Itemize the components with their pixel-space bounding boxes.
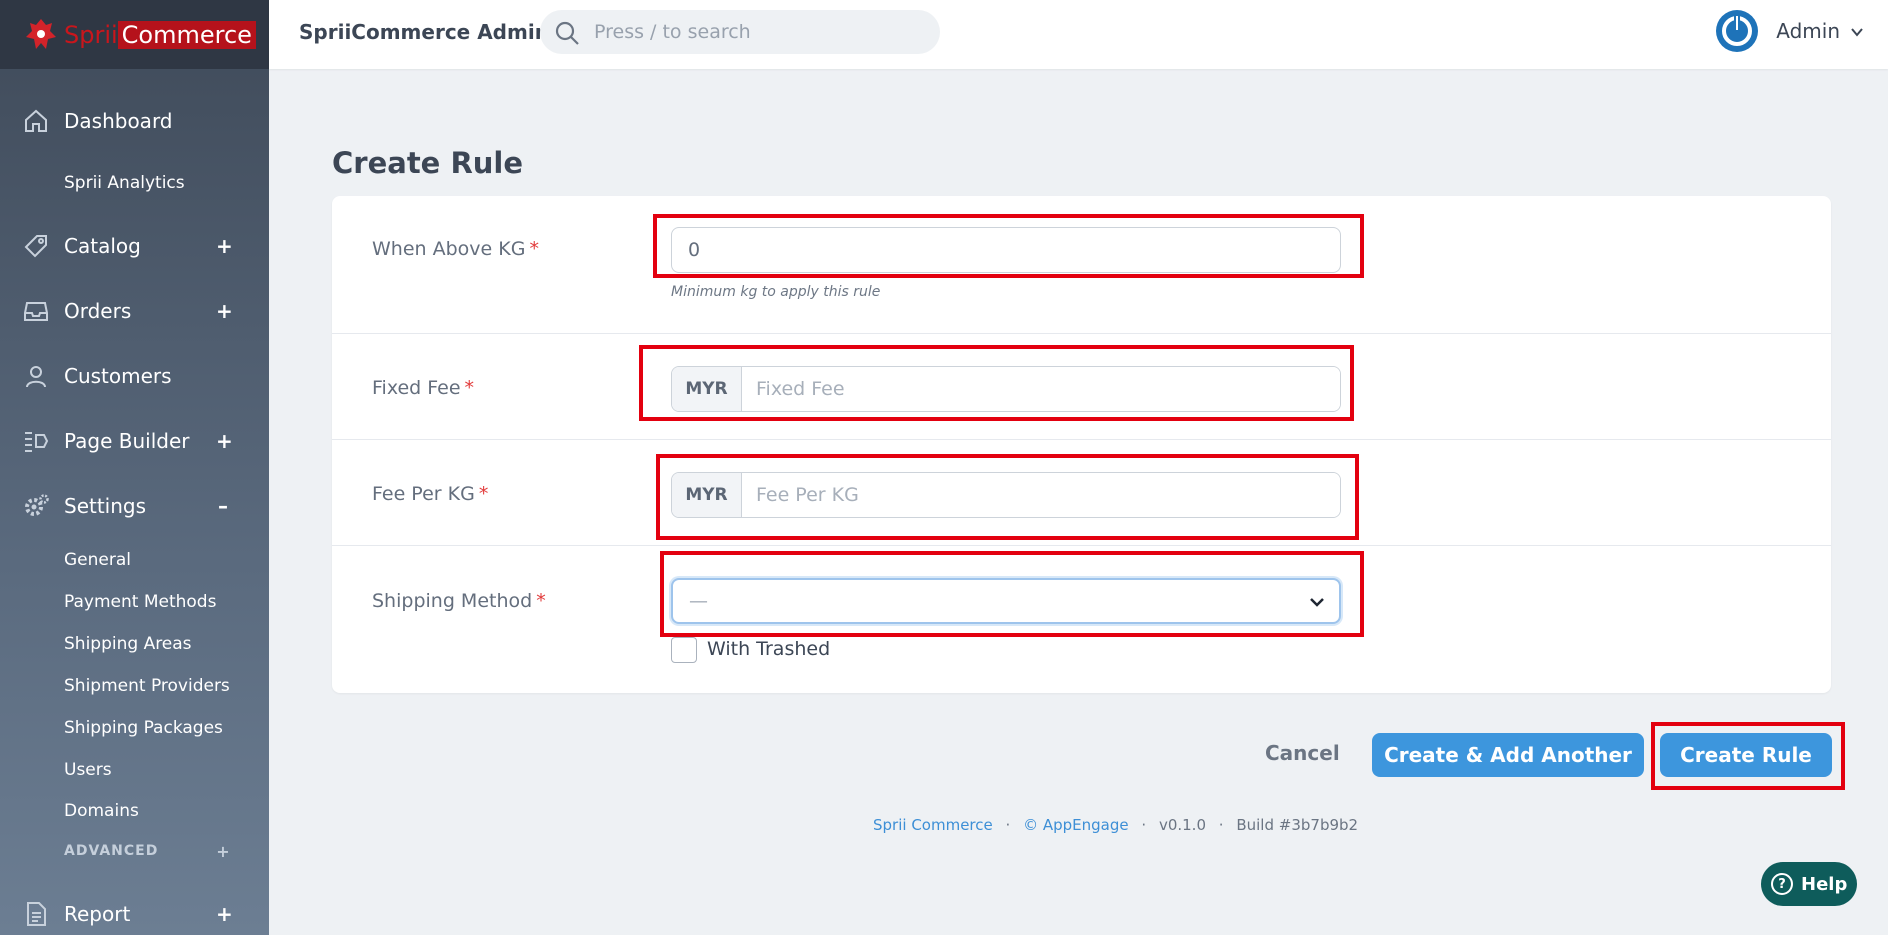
collapse-icon: – [218,494,228,518]
footer-separator: · [1005,816,1011,834]
sidebar-item-shipping-areas[interactable]: Shipping Areas [64,634,192,654]
fee-per-kg-field: MYR [671,472,1341,518]
expand-icon: + [216,234,233,258]
sidebar: Sprii Commerce Dashboard Sprii Analytics… [0,0,269,935]
sidebar-item-payment-methods[interactable]: Payment Methods [64,592,216,612]
create-add-another-button[interactable]: Create & Add Another [1372,733,1644,777]
footer-separator: · [1141,816,1147,834]
currency-addon: MYR [672,473,742,517]
logo-robot-icon [22,15,60,55]
expand-icon: + [216,902,233,926]
inbox-icon [22,297,50,325]
sidebar-item-page-builder[interactable]: Page Builder + [0,421,269,461]
form-row-fee-per-kg: Fee Per KG * MYR [332,440,1831,546]
fixed-fee-input[interactable] [742,367,1340,411]
shipping-method-select[interactable]: — [671,578,1341,624]
sidebar-item-label: Page Builder [64,429,190,453]
fixed-fee-field: MYR [671,366,1341,412]
form-row-shipping-method: Shipping Method * — With Trashed [332,546,1831,693]
fixed-fee-label: Fixed Fee * [372,377,475,399]
sidebar-item-customers[interactable]: Customers [0,356,269,396]
user-name: Admin [1776,19,1840,43]
sidebar-item-settings[interactable]: Settings – [0,486,269,526]
sidebar-item-dashboard[interactable]: Dashboard [0,101,269,141]
sidebar-item-sprii-analytics[interactable]: Sprii Analytics [64,173,185,193]
with-trashed-label[interactable]: With Trashed [707,638,830,660]
question-icon: ? [1771,873,1793,895]
help-button[interactable]: ? Help [1761,862,1857,906]
document-icon [22,900,50,928]
sidebar-item-general[interactable]: General [64,550,131,570]
help-label: Help [1801,873,1848,895]
sidebar-item-catalog[interactable]: Catalog + [0,226,269,266]
sidebar-item-label: Dashboard [64,109,173,133]
footer: Sprii Commerce · © AppEngage · v0.1.0 · … [873,816,1358,834]
required-marker: * [529,238,539,260]
chevron-down-icon [1850,24,1864,38]
currency-addon: MYR [672,367,742,411]
search-input[interactable] [594,17,914,47]
expand-icon: + [216,429,233,453]
sidebar-item-label: Report [64,902,131,926]
footer-version: v0.1.0 [1158,816,1206,834]
search-icon [554,20,580,46]
topbar: SpriiCommerce Admin Admin [269,0,1888,69]
app-title: SpriiCommerce Admin [299,20,549,44]
sidebar-item-label: Customers [64,364,172,388]
sidebar-item-label: Catalog [64,234,141,258]
sidebar-item-label: Settings [64,494,147,518]
page-builder-icon [22,427,50,455]
expand-icon: + [216,299,233,323]
with-trashed-checkbox[interactable] [671,637,697,663]
create-rule-form: When Above KG* Minimum kg to apply this … [332,196,1831,693]
sidebar-item-orders[interactable]: Orders + [0,291,269,331]
shipping-method-value: — [689,590,708,612]
cancel-button[interactable]: Cancel [1265,741,1340,765]
required-marker: * [464,377,475,399]
when-above-kg-label: When Above KG * [372,238,539,260]
footer-separator: · [1218,816,1224,834]
search-bar[interactable] [540,10,940,54]
sidebar-item-domains[interactable]: Domains [64,801,139,821]
create-rule-button[interactable]: Create Rule [1660,733,1832,777]
sidebar-item-shipping-packages[interactable]: Shipping Packages [64,718,223,738]
tag-icon [22,232,50,260]
sidebar-item-report[interactable]: Report + [0,894,269,934]
chevron-down-icon [1309,594,1325,610]
required-marker: * [478,483,489,505]
avatar[interactable] [1716,10,1759,52]
sidebar-item-label: Orders [64,299,132,323]
footer-copyright-link[interactable]: © AppEngage [1023,816,1129,834]
fee-per-kg-label: Fee Per KG * [372,483,489,505]
user-icon [22,362,50,390]
home-icon [22,107,50,135]
brand-logo[interactable]: Sprii Commerce [0,0,269,69]
brand-name-part2: Commerce [117,20,256,49]
gear-icon [22,492,50,520]
when-above-kg-input[interactable] [671,227,1341,273]
brand-name-part1: Sprii [64,20,118,49]
required-marker: * [536,590,546,612]
sidebar-item-shipment-providers[interactable]: Shipment Providers [64,676,230,696]
user-menu[interactable]: Admin [1716,10,1864,52]
form-row-fixed-fee: Fixed Fee * MYR [332,334,1831,440]
footer-brand-link[interactable]: Sprii Commerce [873,816,993,834]
sidebar-item-users[interactable]: Users [64,760,112,780]
shipping-method-label: Shipping Method * [372,590,546,612]
advanced-toggle[interactable]: + [0,834,269,868]
page-title: Create Rule [332,146,524,180]
when-above-kg-help: Minimum kg to apply this rule [671,284,881,300]
footer-build: Build #3b7b9b2 [1236,816,1359,834]
fee-per-kg-input[interactable] [742,473,1340,517]
expand-icon: + [216,841,230,861]
form-row-when-above-kg: When Above KG* Minimum kg to apply this … [332,196,1831,334]
